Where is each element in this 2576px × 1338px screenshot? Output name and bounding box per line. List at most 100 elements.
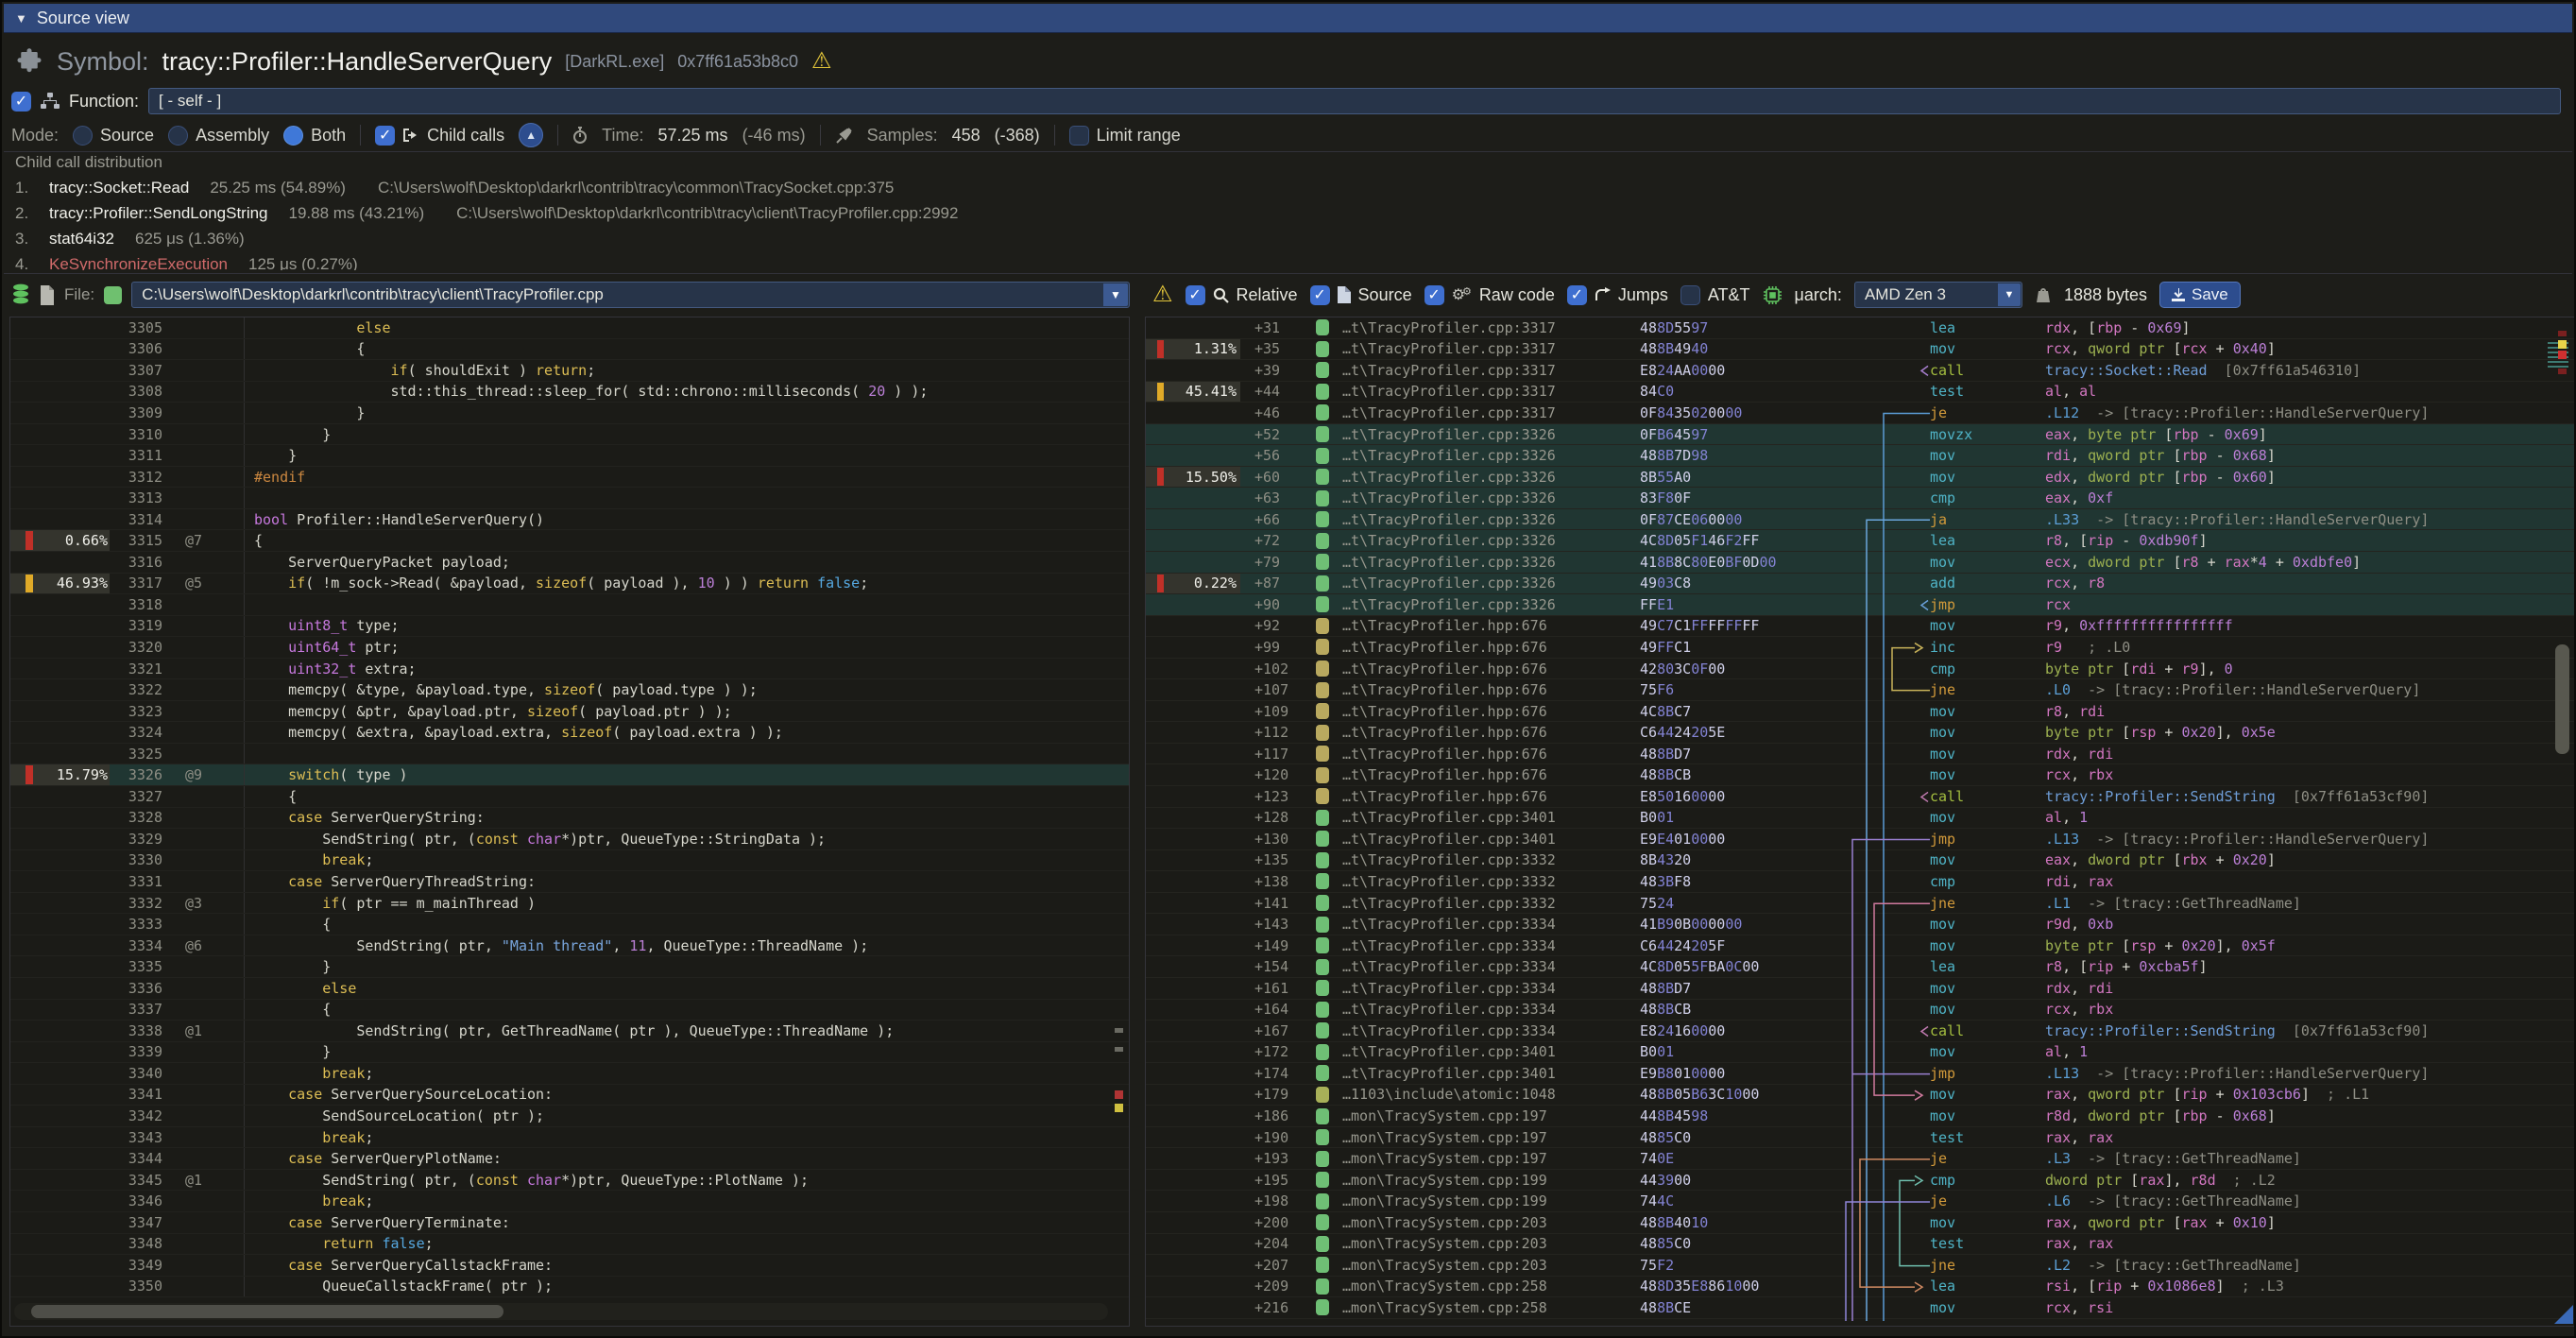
asm-row[interactable]: +31…t\TracyProfiler.cpp:3317488D5597lear… [1146, 317, 2575, 339]
asm-row[interactable]: +167…t\TracyProfiler.cpp:3334E824160000c… [1146, 1021, 2575, 1042]
asm-row[interactable]: +46…t\TracyProfiler.cpp:33170F8435020000… [1146, 403, 2575, 424]
asm-row[interactable]: +90…t\TracyProfiler.cpp:3326FFE1jmprcx [1146, 594, 2575, 616]
checkbox-unchecked-icon[interactable]: ✓ [1069, 126, 1089, 146]
asm-location[interactable]: …t\TracyProfiler.hpp:676 [1342, 660, 1640, 678]
asm-row[interactable]: +52…t\TracyProfiler.cpp:33260FB64597movz… [1146, 424, 2575, 446]
asm-row[interactable]: +130…t\TracyProfiler.cpp:3401E9E4010000j… [1146, 829, 2575, 850]
source-line[interactable]: 3318 [10, 594, 1129, 616]
source-line[interactable]: 3341 case ServerQuerySourceLocation: [10, 1085, 1129, 1106]
asm-row[interactable]: +161…t\TracyProfiler.cpp:3334488BD7movrd… [1146, 978, 2575, 1000]
assembly-pane[interactable]: +31…t\TracyProfiler.cpp:3317488D5597lear… [1145, 317, 2576, 1327]
asm-row[interactable]: +207…mon\TracySystem.cpp:20375F2jne.L2 -… [1146, 1255, 2575, 1277]
vertical-scrollbar[interactable] [2555, 327, 2570, 1316]
asm-location[interactable]: …t\TracyProfiler.cpp:3334 [1342, 937, 1640, 954]
asm-location[interactable]: …t\TracyProfiler.cpp:3317 [1342, 340, 1640, 357]
source-line[interactable]: 3324 memcpy( &extra, &payload.extra, siz… [10, 722, 1129, 744]
save-button[interactable]: Save [2159, 282, 2241, 308]
asm-location[interactable]: …t\TracyProfiler.cpp:3326 [1342, 469, 1640, 486]
asm-row[interactable]: +39…t\TracyProfiler.cpp:3317E824AA0000ca… [1146, 360, 2575, 382]
source-line[interactable]: 3316 ServerQueryPacket payload; [10, 552, 1129, 574]
source-line[interactable]: 3346 break; [10, 1191, 1129, 1212]
source-line[interactable]: 3308 std::this_thread::sleep_for( std::c… [10, 382, 1129, 403]
source-line[interactable]: 3334@6 SendString( ptr, "Main thread", 1… [10, 935, 1129, 957]
source-line[interactable]: 15.79%3326@9 switch( type ) [10, 764, 1129, 786]
asm-row[interactable]: +72…t\TracyProfiler.cpp:33264C8D05F146F2… [1146, 530, 2575, 552]
child-call-name[interactable]: stat64i32 [49, 230, 114, 248]
asm-location[interactable]: …t\TracyProfiler.cpp:3326 [1342, 426, 1640, 443]
asm-row[interactable]: +99…t\TracyProfiler.hpp:67649FFC1incr9 ;… [1146, 637, 2575, 659]
asm-location[interactable]: …mon\TracySystem.cpp:203 [1342, 1214, 1640, 1231]
source-line[interactable]: 3350 QueueCallstackFrame( ptr ); [10, 1277, 1129, 1298]
source-line[interactable]: 3307 if( shouldExit ) return; [10, 360, 1129, 382]
asm-location[interactable]: …t\TracyProfiler.cpp:3401 [1342, 1065, 1640, 1082]
child-calls-toggle[interactable]: ✓ Child calls [375, 126, 504, 146]
chevron-down-icon[interactable]: ▼ [1998, 283, 2021, 306]
source-line[interactable]: 3312#endif [10, 467, 1129, 489]
source-toggle[interactable]: ✓ Source [1310, 285, 1412, 305]
asm-row[interactable]: +143…t\TracyProfiler.cpp:333441B90B00000… [1146, 914, 2575, 935]
mode-option-both[interactable]: Both [283, 126, 346, 146]
expand-up-button[interactable]: ▲ [519, 123, 543, 147]
asm-row[interactable]: +79…t\TracyProfiler.cpp:3326418B8C80E0BF… [1146, 552, 2575, 574]
checkbox-icon[interactable]: ✓ [375, 126, 395, 146]
radio-icon[interactable] [168, 126, 188, 146]
child-call-name[interactable]: tracy::Profiler::SendLongString [49, 204, 268, 222]
asm-row[interactable]: +164…t\TracyProfiler.cpp:3334488BCBmovrc… [1146, 1000, 2575, 1021]
asm-row[interactable]: +149…t\TracyProfiler.cpp:3334C64424205Fm… [1146, 935, 2575, 957]
asm-row[interactable]: +200…mon\TracySystem.cpp:203488B4010movr… [1146, 1212, 2575, 1234]
checkbox-icon[interactable]: ✓ [1186, 285, 1205, 305]
jumps-toggle[interactable]: ✓ Jumps [1567, 285, 1668, 305]
att-toggle[interactable]: ✓AT&T [1680, 285, 1750, 305]
asm-location[interactable]: …t\TracyProfiler.hpp:676 [1342, 766, 1640, 783]
asm-row[interactable]: +63…t\TracyProfiler.cpp:332683F80Fcmpeax… [1146, 488, 2575, 509]
asm-location[interactable]: …t\TracyProfiler.cpp:3334 [1342, 1022, 1640, 1039]
asm-location[interactable]: …t\TracyProfiler.cpp:3401 [1342, 1043, 1640, 1060]
mode-option-source[interactable]: Source [73, 126, 154, 146]
source-line[interactable]: 0.66%3315@7{ [10, 530, 1129, 552]
march-combo[interactable]: AMD Zen 3 ▼ [1854, 282, 2022, 308]
source-line[interactable]: 3313 [10, 488, 1129, 509]
child-call-item[interactable]: 1.tracy::Socket::Read25.25 ms (54.89%)C:… [15, 179, 2572, 197]
asm-row[interactable]: +102…t\TracyProfiler.hpp:67642803C0F00cm… [1146, 659, 2575, 680]
asm-location[interactable]: …t\TracyProfiler.hpp:676 [1342, 703, 1640, 720]
source-line[interactable]: 3329 SendString( ptr, (const char*)ptr, … [10, 829, 1129, 850]
source-line[interactable]: 3314bool Profiler::HandleServerQuery() [10, 509, 1129, 531]
asm-location[interactable]: …t\TracyProfiler.cpp:3401 [1342, 809, 1640, 826]
source-line[interactable]: 3330 break; [10, 850, 1129, 872]
asm-row[interactable]: +56…t\TracyProfiler.cpp:3326488B7D98movr… [1146, 445, 2575, 467]
asm-location[interactable]: …1103\include\atomic:1048 [1342, 1086, 1640, 1103]
document-icon[interactable] [40, 285, 55, 305]
asm-row[interactable]: +117…t\TracyProfiler.hpp:676488BD7movrdx… [1146, 744, 2575, 765]
source-line[interactable]: 3347 case ServerQueryTerminate: [10, 1212, 1129, 1234]
asm-location[interactable]: …t\TracyProfiler.cpp:3326 [1342, 511, 1640, 528]
source-line[interactable]: 3344 case ServerQueryPlotName: [10, 1148, 1129, 1170]
asm-location[interactable]: …t\TracyProfiler.hpp:676 [1342, 746, 1640, 763]
window-titlebar[interactable]: ▼ Source view [4, 4, 2572, 33]
asm-location[interactable]: …t\TracyProfiler.hpp:676 [1342, 617, 1640, 634]
asm-location[interactable]: …t\TracyProfiler.cpp:3334 [1342, 1001, 1640, 1018]
asm-row[interactable]: +204…mon\TracySystem.cpp:2034885C0testra… [1146, 1234, 2575, 1256]
source-line[interactable]: 3305 else [10, 317, 1129, 339]
asm-location[interactable]: …mon\TracySystem.cpp:199 [1342, 1192, 1640, 1209]
source-line[interactable]: 3309 } [10, 403, 1129, 424]
asm-location[interactable]: …t\TracyProfiler.cpp:3326 [1342, 489, 1640, 506]
asm-row[interactable]: +135…t\TracyProfiler.cpp:33328B4320movea… [1146, 850, 2575, 872]
function-combo[interactable]: [ - self - ] [148, 88, 2561, 114]
child-call-item[interactable]: 3.stat64i32625 μs (1.36%) [15, 230, 2572, 249]
asm-row[interactable]: +123…t\TracyProfiler.hpp:676E850160000ca… [1146, 786, 2575, 808]
child-call-item[interactable]: 2.tracy::Profiler::SendLongString19.88 m… [15, 204, 2572, 223]
checkbox-icon[interactable]: ✓ [1567, 285, 1587, 305]
checkbox-unchecked-icon[interactable]: ✓ [1680, 285, 1700, 305]
source-line[interactable]: 3337 { [10, 1000, 1129, 1021]
asm-location[interactable]: …t\TracyProfiler.hpp:676 [1342, 681, 1640, 698]
file-combo[interactable]: C:\Users\wolf\Desktop\darkrl\contrib\tra… [131, 282, 1130, 308]
source-line[interactable]: 3320 uint64_t ptr; [10, 637, 1129, 659]
asm-location[interactable]: …t\TracyProfiler.cpp:3317 [1342, 362, 1640, 379]
source-line[interactable]: 3333 { [10, 914, 1129, 935]
asm-location[interactable]: …t\TracyProfiler.cpp:3326 [1342, 554, 1640, 571]
scrollbar-thumb[interactable] [2555, 644, 2569, 754]
asm-location[interactable]: …mon\TracySystem.cpp:258 [1342, 1299, 1640, 1316]
asm-row[interactable]: 1.31%+35…t\TracyProfiler.cpp:3317488B494… [1146, 339, 2575, 361]
asm-row[interactable]: +216…mon\TracySystem.cpp:258488BCEmovrcx… [1146, 1297, 2575, 1319]
asm-row[interactable]: +209…mon\TracySystem.cpp:258488D35E88610… [1146, 1277, 2575, 1298]
